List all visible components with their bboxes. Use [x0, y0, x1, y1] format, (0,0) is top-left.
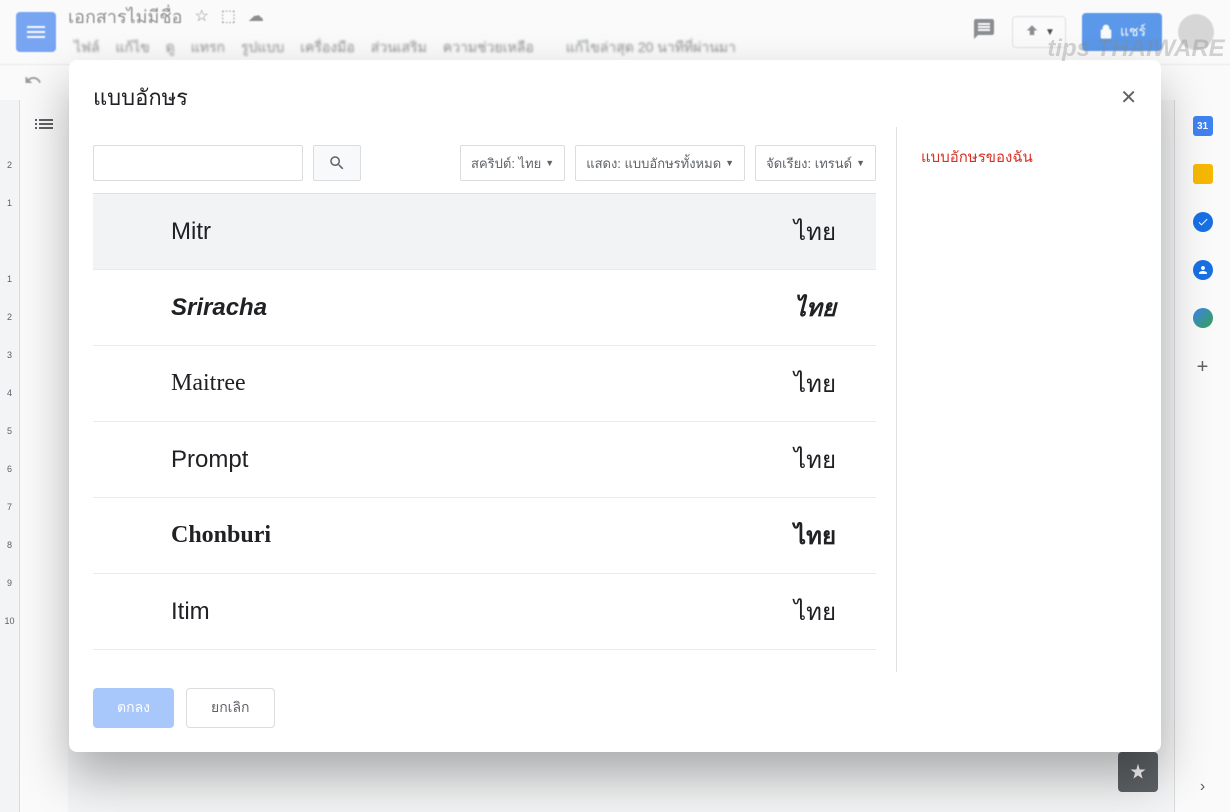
modal-overlay: แบบอักษร ✕ สคริปต์: ไทย▼ แสดง: แบบอักษรท…: [0, 0, 1230, 812]
font-item[interactable]: Chonburi ไทย: [93, 498, 876, 574]
show-filter-button[interactable]: แสดง: แบบอักษรทั้งหมด▼: [575, 145, 745, 181]
modal-title: แบบอักษร: [93, 80, 188, 115]
chevron-down-icon: ▼: [856, 158, 865, 168]
font-item[interactable]: Prompt ไทย: [93, 422, 876, 498]
modal-header: แบบอักษร ✕: [69, 60, 1161, 127]
chevron-down-icon: ▼: [545, 158, 554, 168]
cancel-button[interactable]: ยกเลิก: [186, 688, 275, 728]
my-fonts-title: แบบอักษรของฉัน: [921, 145, 1137, 169]
search-button[interactable]: [313, 145, 361, 181]
font-list[interactable]: Mitr ไทย Sriracha ไทย Maitree ไทย Prompt…: [93, 193, 876, 672]
chevron-down-icon: ▼: [725, 158, 734, 168]
sort-filter-button[interactable]: จัดเรียง: เทรนด์▼: [755, 145, 876, 181]
modal-body: สคริปต์: ไทย▼ แสดง: แบบอักษรทั้งหมด▼ จัด…: [69, 127, 1161, 672]
font-filter-controls: สคริปต์: ไทย▼ แสดง: แบบอักษรทั้งหมด▼ จัด…: [93, 127, 876, 193]
font-search-input[interactable]: [93, 145, 303, 181]
font-item[interactable]: Maitree ไทย: [93, 346, 876, 422]
my-fonts-panel: แบบอักษรของฉัน: [897, 127, 1137, 672]
modal-footer: ตกลง ยกเลิก: [69, 672, 1161, 752]
ok-button[interactable]: ตกลง: [93, 688, 174, 728]
close-button[interactable]: ✕: [1120, 85, 1137, 110]
script-filter-button[interactable]: สคริปต์: ไทย▼: [460, 145, 565, 181]
fonts-modal: แบบอักษร ✕ สคริปต์: ไทย▼ แสดง: แบบอักษรท…: [69, 60, 1161, 752]
font-item[interactable]: Mitr ไทย: [93, 194, 876, 270]
font-item[interactable]: Itim ไทย: [93, 574, 876, 650]
font-item[interactable]: Sriracha ไทย: [93, 270, 876, 346]
font-selection-panel: สคริปต์: ไทย▼ แสดง: แบบอักษรทั้งหมด▼ จัด…: [93, 127, 897, 672]
